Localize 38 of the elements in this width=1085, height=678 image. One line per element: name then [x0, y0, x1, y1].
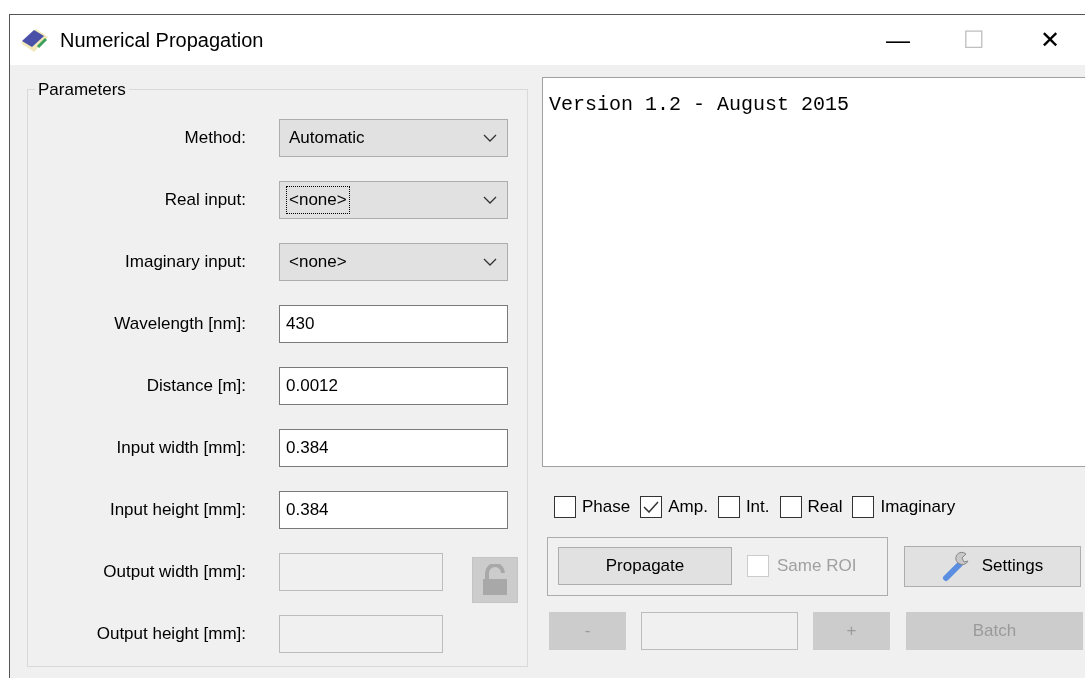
window-title: Numerical Propagation: [60, 28, 264, 53]
text-field[interactable]: 430: [279, 305, 508, 343]
checkbox-label: Same ROI: [777, 555, 857, 578]
checkbox-label: Imaginary: [880, 496, 956, 518]
propagate-button[interactable]: Propagate: [558, 547, 732, 585]
window-control[interactable]: —: [860, 20, 936, 60]
checkbox[interactable]: [717, 495, 740, 518]
field-label: Input height [mm]:: [108, 499, 246, 522]
checkbox-label: Real: [807, 496, 843, 518]
checkmark-icon: [643, 500, 660, 513]
field-label: Real input:: [163, 189, 246, 212]
field-label: Output height [mm]:: [95, 623, 246, 646]
text-field[interactable]: 0.384: [279, 491, 508, 529]
chevron-down-icon: [483, 196, 497, 204]
checkbox-label: Int.: [745, 496, 770, 518]
field-label: Wavelength [nm]:: [113, 313, 246, 336]
window-control[interactable]: ✕: [1012, 20, 1085, 60]
checkbox[interactable]: [852, 495, 875, 518]
dropdown[interactable]: <none>: [279, 181, 508, 219]
dropdown[interactable]: <none>: [279, 243, 508, 281]
chevron-down-icon: [483, 258, 497, 266]
dropdown[interactable]: Automatic: [279, 119, 508, 157]
unlocked-padlock-icon: [481, 564, 509, 596]
field-label: Imaginary input:: [124, 251, 246, 274]
field-label: Output width [mm]:: [102, 561, 246, 584]
field-label: Distance [m]:: [145, 375, 246, 398]
checkbox[interactable]: [779, 495, 802, 518]
log-text: Version 1.2 - August 2015: [549, 93, 850, 116]
settings-button[interactable]: Settings: [904, 545, 1081, 587]
checkbox-label: Amp.: [668, 496, 708, 518]
chevron-down-icon: [483, 134, 497, 142]
text-field[interactable]: 0.0012: [279, 367, 508, 405]
field-label: Method:: [183, 127, 246, 150]
field-label: Input width [mm]:: [115, 437, 246, 460]
checkbox-label: Phase: [582, 496, 631, 518]
checkbox[interactable]: [554, 495, 576, 518]
checkbox[interactable]: [640, 495, 663, 518]
text-field[interactable]: 0.384: [279, 429, 508, 467]
